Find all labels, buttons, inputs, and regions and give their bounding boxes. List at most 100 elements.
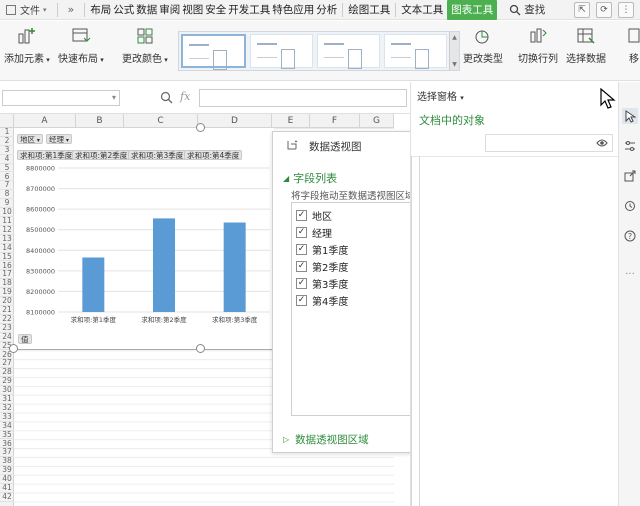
add-element-icon [16, 25, 38, 47]
tab-formulas[interactable]: 公式 [112, 0, 135, 20]
tab-analyze[interactable]: 分析 [315, 0, 338, 20]
selection-pane-title-button[interactable]: 选择窗格 ▾ [417, 88, 464, 103]
field-label: 经理 [312, 229, 332, 240]
more-icon[interactable]: ··· [622, 266, 638, 282]
tab-features[interactable]: 特色应用 [271, 0, 315, 20]
change-type-button[interactable]: 更改类型 [463, 25, 503, 65]
filter-button-region[interactable]: 地区 [17, 134, 43, 144]
field-item[interactable]: ✓ 第4季度 [296, 293, 348, 308]
field-item[interactable]: ✓ 经理 [296, 225, 332, 240]
tab-drawing-tools[interactable]: 绘图工具 [347, 0, 391, 20]
select-data-button[interactable]: 选择数据 [566, 25, 606, 65]
column-header[interactable]: C [124, 114, 198, 128]
pivot-chart[interactable]: 地区 经理 求和项:第1季度 求和项:第2季度 求和项:第3季度 求和项:第4季… [9, 123, 274, 353]
column-header[interactable]: E [272, 114, 310, 128]
column-header[interactable]: G [360, 114, 394, 128]
filter-button-manager[interactable]: 经理 [46, 134, 72, 144]
select-all-corner[interactable] [0, 114, 14, 128]
field-checkbox[interactable]: ✓ [296, 244, 307, 255]
resize-handle[interactable] [196, 123, 205, 132]
field-item[interactable]: ✓ 第3季度 [296, 276, 348, 291]
x-tick-label: 求和项:第3季度 [212, 315, 258, 324]
field-checkbox[interactable]: ✓ [296, 278, 307, 289]
formula-bar: ▾ fx [0, 82, 410, 114]
field-checkbox[interactable]: ✓ [296, 295, 307, 306]
tab-view[interactable]: 视图 [181, 0, 204, 20]
file-menu[interactable]: 文件 ▾ [0, 0, 53, 20]
value-field-button[interactable]: 值 [18, 334, 32, 344]
chart-style-3[interactable] [317, 34, 380, 69]
more-icon[interactable]: ⋮ [618, 2, 634, 18]
chevron-down-icon[interactable]: ▾ [112, 93, 116, 102]
chart-style-1[interactable] [181, 34, 246, 70]
object-row[interactable] [485, 134, 613, 152]
field-item[interactable]: ✓ 第1季度 [296, 242, 348, 257]
field-list-title: 字段列表 [293, 172, 338, 185]
chevron-down-icon: ▾ [43, 5, 47, 14]
column-header[interactable]: F [310, 114, 360, 128]
column-header[interactable]: D [198, 114, 272, 128]
row-header[interactable]: 42 [0, 492, 14, 502]
search-button[interactable]: 查找 [509, 2, 545, 17]
field-item[interactable]: ✓ 地区 [296, 208, 332, 223]
legend-field-button[interactable]: 求和项:第4季度 [184, 150, 243, 160]
eye-icon[interactable] [596, 138, 608, 148]
settings-sliders-icon[interactable] [622, 138, 638, 154]
field-checkbox[interactable]: ✓ [296, 261, 307, 272]
add-element-button[interactable]: 添加元素 ▾ [4, 25, 50, 65]
row-headers: 1 2 3 4 5 6 7 8 9 10 11 12 13 14 15 16 17 18 19 20 21 22 23 24 2… [0, 127, 14, 506]
ribbon-tabs: 布局 公式 数据 审阅 视图 安全 开发工具 特色应用 分析 绘图工具 文本工具… [89, 0, 498, 20]
pointer-tool-icon[interactable] [622, 108, 638, 124]
y-tick-label: 8400000 [26, 247, 55, 255]
column-header[interactable]: A [14, 114, 76, 128]
chart-style-4[interactable] [384, 34, 447, 69]
history-icon[interactable] [622, 198, 638, 214]
objects-in-document: 文档中的对象 [419, 114, 485, 127]
name-box[interactable]: ▾ [2, 90, 120, 106]
field-checkbox[interactable]: ✓ [296, 227, 307, 238]
ribbon: 添加元素 ▾ 快速布局 ▾ 更改颜色 ▾ ▲ ▼ 更改类型 切换行列 选择数据 … [0, 21, 640, 81]
divider [419, 156, 420, 506]
chevron-up-icon[interactable]: ▲ [452, 34, 457, 41]
quick-layout-button[interactable]: 快速布局 ▾ [58, 25, 104, 65]
formula-input[interactable] [199, 89, 407, 107]
help-icon[interactable]: ? [622, 228, 638, 244]
tab-text-tools[interactable]: 文本工具 [400, 0, 444, 20]
menu-bar: 文件 ▾ » 布局 公式 数据 审阅 视图 安全 开发工具 特色应用 分析 绘图… [0, 0, 640, 20]
switch-icon [527, 25, 549, 47]
legend-field-button[interactable]: 求和项:第3季度 [128, 150, 187, 160]
tab-review[interactable]: 审阅 [158, 0, 181, 20]
function-icon[interactable]: fx [180, 90, 190, 103]
zoom-icon[interactable] [160, 91, 173, 107]
share-icon[interactable]: ⇱ [574, 2, 590, 18]
switch-row-col-button[interactable]: 切换行列 [518, 25, 558, 65]
legend-field-button[interactable]: 求和项:第1季度 [17, 150, 76, 160]
pivot-panel-title: 数据透视图 [309, 140, 362, 153]
tab-layout[interactable]: 布局 [89, 0, 112, 20]
column-header[interactable]: B [76, 114, 124, 128]
chart-style-2[interactable] [250, 34, 313, 69]
tab-developer[interactable]: 开发工具 [227, 0, 271, 20]
move-chart-button[interactable]: 移 [623, 25, 640, 65]
chart-plot-area: 8100000 8200000 8300000 8400000 8500000 86000… [26, 165, 270, 324]
chevron-down-icon[interactable]: ▼ [452, 61, 457, 68]
legend-field-button[interactable]: 求和项:第2季度 [72, 150, 131, 160]
sync-icon[interactable]: ⟳ [596, 2, 612, 18]
pivot-icon [287, 140, 298, 150]
gallery-scroll[interactable]: ▲ ▼ [449, 32, 459, 70]
share-icon[interactable] [622, 168, 638, 184]
field-checkbox[interactable]: ✓ [296, 210, 307, 221]
select-data-label: 选择数据 [566, 54, 606, 65]
tab-security[interactable]: 安全 [204, 0, 227, 20]
bar[interactable] [153, 218, 175, 312]
field-list-toggle[interactable]: ◢ 字段列表 [283, 170, 337, 186]
pivot-areas-toggle[interactable]: ▷ 数据透视图区域 [283, 432, 369, 447]
field-item[interactable]: ✓ 第2季度 [296, 259, 348, 274]
bar[interactable] [223, 222, 246, 312]
tab-chart-tools[interactable]: 图表工具 [447, 0, 498, 20]
bar[interactable] [82, 257, 105, 312]
change-color-button[interactable]: 更改颜色 ▾ [122, 25, 168, 65]
more-tabs-button[interactable]: » [62, 3, 81, 16]
window-actions: ⇱ ⟳ ⋮ [574, 2, 634, 18]
tab-data[interactable]: 数据 [135, 0, 158, 20]
